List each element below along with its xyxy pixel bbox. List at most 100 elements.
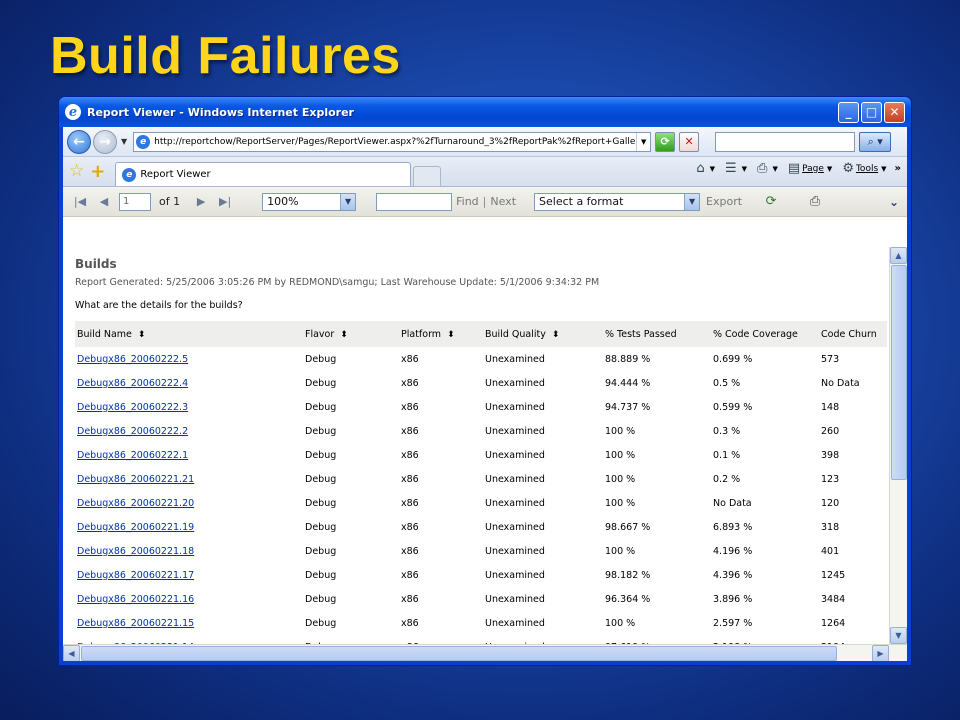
sort-icon[interactable]: ⬍ <box>447 330 455 340</box>
tools-menu[interactable]: ⚙ Tools ▼ <box>842 161 886 176</box>
column-header[interactable]: Build Name ⬍ <box>75 321 303 347</box>
table-cell: x86 <box>401 569 419 581</box>
close-button[interactable]: ✕ <box>884 101 905 123</box>
title-bar[interactable]: e Report Viewer - Windows Internet Explo… <box>59 97 911 127</box>
horizontal-scrollbar[interactable]: ◀ ▶ <box>63 644 907 661</box>
add-favorite-icon[interactable]: + <box>90 161 105 182</box>
table-cell: x86 <box>401 353 419 365</box>
format-select[interactable]: Select a format ▼ <box>534 192 701 211</box>
scroll-up-button[interactable]: ▲ <box>890 247 907 264</box>
table-cell: Debug <box>305 593 337 605</box>
table-row: Debugx86_20060222.1 Debug x86 Unexamined 100… <box>75 443 887 467</box>
table-cell: Debug <box>303 635 399 645</box>
build-name-link[interactable]: Debugx86_20060222.3 <box>77 402 188 413</box>
table-cell: 97.619 % <box>603 635 711 645</box>
table-cell: Debug <box>305 569 337 581</box>
home-button[interactable]: ⌂ ▼ <box>696 161 715 176</box>
column-header[interactable]: Flavor ⬍ <box>303 321 399 347</box>
back-button[interactable]: ← <box>67 129 91 154</box>
vertical-scroll-thumb[interactable] <box>891 265 907 480</box>
build-name-link[interactable]: Debugx86_20060222.4 <box>77 378 188 389</box>
refresh-button[interactable]: ⟳ <box>655 131 676 152</box>
table-row: Debugx86_20060221.19 Debug x86 Unexamined 98… <box>75 515 887 539</box>
more-chevron-icon[interactable]: » <box>895 163 901 174</box>
last-page-icon[interactable]: ▶| <box>216 195 234 208</box>
scroll-right-button[interactable]: ▶ <box>872 645 889 661</box>
sort-icon[interactable]: ⬍ <box>340 330 348 340</box>
collapse-toolbar-icon[interactable]: ⌄ <box>889 195 899 209</box>
new-tab-button[interactable] <box>413 166 442 186</box>
stop-button[interactable]: ✕ <box>679 131 700 152</box>
report-body: Builds Report Generated: 5/25/2006 3:05:… <box>63 247 889 644</box>
table-cell: Unexamined <box>485 473 545 485</box>
zoom-select[interactable]: 100% ▼ <box>262 192 357 211</box>
table-cell: Debug <box>305 449 337 461</box>
slide-title: Build Failures <box>50 27 401 85</box>
print-report-icon[interactable]: ⎙ <box>806 193 824 211</box>
export-link[interactable]: Export <box>706 195 742 208</box>
column-header[interactable]: Build Quality ⬍ <box>483 321 603 347</box>
build-name-link[interactable]: Debugx86_20060221.18 <box>77 546 194 557</box>
table-cell: Debug <box>305 377 337 389</box>
table-cell: x86 <box>401 473 419 485</box>
next-link[interactable]: Next <box>490 195 516 208</box>
sort-icon[interactable]: ⬍ <box>552 330 560 340</box>
build-name-link[interactable]: Debugx86_20060221.19 <box>77 522 194 533</box>
build-name-link[interactable]: Debugx86_20060222.5 <box>77 354 188 365</box>
tab-report-viewer[interactable]: e Report Viewer <box>115 162 412 186</box>
build-name-link[interactable]: Debugx86_20060222.2 <box>77 426 188 437</box>
page-menu[interactable]: ▤ Page ▼ <box>788 161 832 176</box>
table-cell: 4.196 % <box>713 545 753 557</box>
table-cell: 123 <box>821 473 840 485</box>
table-cell: 318 <box>821 521 840 533</box>
build-name-link[interactable]: Debugx86_20060221.21 <box>77 474 194 485</box>
find-input[interactable] <box>376 192 453 211</box>
print-button[interactable]: ⎙ ▼ <box>757 161 778 176</box>
table-cell: Unexamined <box>485 497 545 509</box>
table-cell: Debugx86_20060222.5 <box>75 347 303 371</box>
sort-icon[interactable]: ⬍ <box>138 330 146 340</box>
table-cell: Unexamined <box>485 449 545 461</box>
build-name-link[interactable]: Debugx86_20060221.20 <box>77 498 194 509</box>
maximize-button[interactable]: □ <box>861 101 882 123</box>
minimize-button[interactable]: _ <box>838 101 859 123</box>
first-page-icon[interactable]: |◀ <box>71 195 89 208</box>
refresh-report-icon[interactable]: ⟳ <box>762 193 780 211</box>
table-cell: Debug <box>305 401 337 413</box>
page-number-input[interactable]: 1 <box>119 192 151 211</box>
address-input[interactable]: e http://reportchow/ReportServer/Pages/R… <box>133 131 652 152</box>
previous-page-icon[interactable]: ◀ <box>95 195 113 208</box>
column-header[interactable]: Platform ⬍ <box>399 321 483 347</box>
search-input[interactable] <box>715 131 856 152</box>
table-row: Debugx86_20060222.2 Debug x86 Unexamined 100… <box>75 419 887 443</box>
build-name-link[interactable]: Debugx86_20060221.16 <box>77 594 194 605</box>
build-name-link[interactable]: Debugx86_20060221.17 <box>77 570 194 581</box>
table-row: Debugx86_20060221.15 Debug x86 Unexamined 10… <box>75 611 887 635</box>
browser-client: ← → ▼ e http://reportchow/ReportServer/P… <box>63 127 907 661</box>
address-dropdown-icon[interactable]: ▼ <box>636 132 650 151</box>
scroll-down-button[interactable]: ▼ <box>890 627 907 644</box>
table-row: Debugx86_20060221.17 Debug x86 Unexamined 98… <box>75 563 887 587</box>
table-cell: Debug <box>305 497 337 509</box>
find-link[interactable]: Find <box>456 195 479 208</box>
search-button[interactable]: ⌕ ▾ <box>859 131 892 152</box>
table-cell: Unexamined <box>485 425 545 437</box>
table-cell: 260 <box>821 425 840 437</box>
table-cell: Debugx86_20060222.3 <box>75 395 303 419</box>
report-question: What are the details for the builds? <box>75 300 243 311</box>
history-dropdown-icon[interactable]: ▼ <box>121 137 127 146</box>
table-cell: Debug <box>305 521 337 533</box>
horizontal-scroll-thumb[interactable] <box>81 646 837 661</box>
feeds-button[interactable]: ☰ ▼ <box>725 161 747 176</box>
table-cell: No Data <box>713 497 752 509</box>
forward-button[interactable]: → <box>93 129 117 154</box>
next-page-icon[interactable]: ▶ <box>192 195 210 208</box>
favorites-star-icon[interactable]: ☆ <box>69 161 84 181</box>
scroll-left-button[interactable]: ◀ <box>63 645 80 661</box>
address-bar: ← → ▼ e http://reportchow/ReportServer/P… <box>63 127 907 157</box>
format-value: Select a format <box>539 195 624 208</box>
vertical-scrollbar[interactable]: ▲ ▼ <box>889 247 907 644</box>
table-cell: 3.896 % <box>713 593 753 605</box>
build-name-link[interactable]: Debugx86_20060222.1 <box>77 450 188 461</box>
build-name-link[interactable]: Debugx86_20060221.15 <box>77 618 194 629</box>
